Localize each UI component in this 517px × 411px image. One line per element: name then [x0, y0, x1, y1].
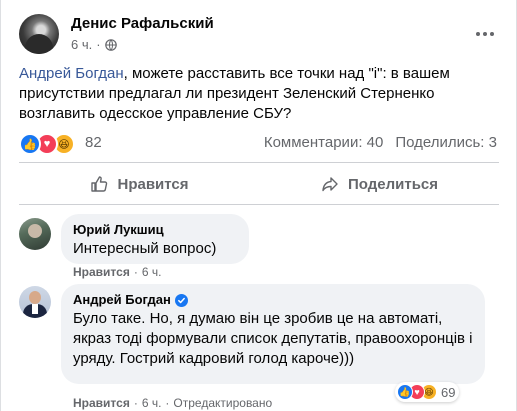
comment-2: Андрей Богдан Було таке. Но, я думаю він… — [19, 284, 499, 410]
shares-count[interactable]: Поделились: 3 — [395, 134, 497, 151]
commenter-avatar[interactable] — [19, 286, 51, 318]
comment-sep: · — [133, 396, 138, 410]
like-reaction-icon: 👍 — [19, 133, 41, 155]
comment-sep: · — [133, 265, 138, 279]
post-text: Андрей Богдан, можете расставить все точ… — [19, 64, 501, 124]
meta-dot: · — [96, 37, 101, 52]
like-reaction-icon: 👍 — [397, 384, 413, 400]
post-stats: Комментарии: 40 Поделились: 3 — [264, 134, 497, 151]
post-time[interactable]: 6 ч. — [71, 37, 92, 52]
share-button-label: Поделиться — [347, 175, 439, 193]
comment-like-link[interactable]: Нравится — [73, 396, 130, 410]
comment-sep-2: · — [165, 396, 170, 410]
reaction-icons[interactable]: 👍 ♥ 😆 — [19, 133, 75, 155]
edited-label: Отредактировано — [173, 396, 273, 410]
comments-count[interactable]: Комментарии: 40 — [264, 134, 384, 151]
author-name[interactable]: Денис Рафальский — [71, 15, 214, 32]
post-meta: 6 ч. · — [71, 37, 117, 52]
globe-icon — [104, 38, 117, 51]
commenter-name[interactable]: Андрей Богдан — [73, 292, 473, 308]
comment-text: Интересный вопрос) — [73, 240, 217, 257]
like-button[interactable]: Нравится — [19, 164, 259, 204]
comment-time[interactable]: 6 ч. — [142, 396, 162, 410]
commenter-name-text: Юрий Лукшиц — [73, 222, 164, 237]
more-options-icon[interactable] — [471, 24, 499, 44]
post-header: Денис Рафальский 6 ч. · — [19, 14, 499, 58]
post-actions: Нравится Поделиться — [19, 164, 499, 204]
comment-like-link[interactable]: Нравится — [73, 265, 130, 279]
commenter-avatar[interactable] — [19, 218, 51, 250]
avatar-shirt — [32, 304, 38, 314]
verified-badge-icon — [174, 293, 188, 307]
comment-bubble: Андрей Богдан Було таке. Но, я думаю він… — [61, 284, 485, 384]
comment-reactions-badge[interactable]: 👍 ♥ 😆 69 — [395, 382, 460, 402]
comment-text: Було таке. Но, я думаю він це зробив це … — [73, 310, 473, 367]
like-button-label: Нравится — [117, 175, 189, 193]
author-avatar[interactable] — [19, 14, 59, 54]
divider-top — [19, 162, 499, 163]
comment-reaction-count: 69 — [441, 384, 456, 400]
share-arrow-icon — [322, 177, 338, 192]
commenter-name[interactable]: Юрий Лукшиц — [73, 222, 237, 238]
comment-time[interactable]: 6 ч. — [142, 265, 162, 279]
comment-bubble: Юрий Лукшиц Интересный вопрос) — [61, 214, 249, 264]
thumbs-up-icon — [91, 176, 108, 192]
avatar-head — [29, 291, 41, 304]
comment-1: Юрий Лукшиц Интересный вопрос) Нравится … — [19, 214, 499, 279]
reactions-summary: 👍 ♥ 😆 82 Комментарии: 40 Поделились: 3 — [19, 132, 497, 155]
comment-actions: Нравится · 6 ч. — [73, 265, 161, 279]
mention-link[interactable]: Андрей Богдан — [19, 65, 124, 82]
commenter-name-text: Андрей Богдан — [73, 292, 171, 307]
comment-actions: Нравится · 6 ч. · Отредактировано — [73, 396, 272, 410]
post-card: Денис Рафальский 6 ч. · Андрей Богдан, м… — [0, 0, 517, 411]
share-button[interactable]: Поделиться — [259, 164, 499, 204]
divider-bottom — [19, 204, 499, 205]
reaction-count[interactable]: 82 — [85, 134, 102, 151]
